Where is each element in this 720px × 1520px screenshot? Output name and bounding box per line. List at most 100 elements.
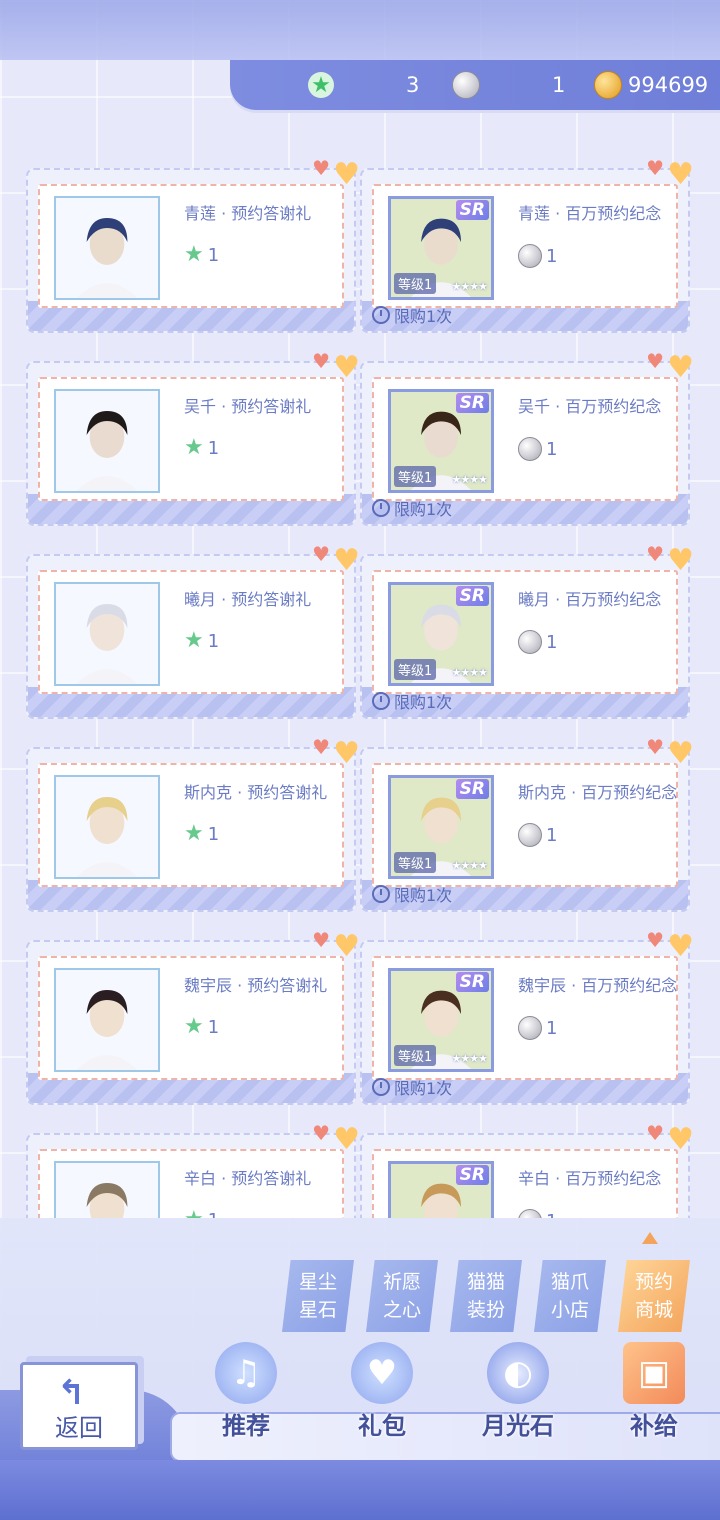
shop-item-card[interactable]: ♥ ♥ 青莲 · 预约答谢礼 ★ 1 [26, 160, 360, 333]
shop-item-card-sr[interactable]: ♥ ♥ SR 等级1 ★★★★ 曦月 · 百万预约纪念 1 限购1次 [360, 544, 694, 719]
card-level: 等级1 [394, 852, 437, 873]
silver-coin-icon [518, 1209, 542, 1218]
category-paw-shop[interactable]: 猫爪 小店 [534, 1260, 606, 1332]
moonstone-icon: ◐ [487, 1342, 549, 1404]
price-value: 1 [546, 245, 558, 267]
item-price: ★1 [184, 823, 219, 845]
card-content: SR 等级1 ★★★★ 魏宇辰 · 百万预约纪念 1 [372, 956, 678, 1080]
star-rating-icon: ★★★★ [451, 1052, 488, 1065]
silver-coin-icon [518, 244, 542, 268]
shop-item-card[interactable]: ♥ ♥ 曦月 · 预约答谢礼 ★ 1 [26, 544, 360, 719]
nav-gift-pack[interactable]: ♥ 礼包 [322, 1342, 442, 1441]
silver-coin-icon [452, 71, 480, 99]
purchase-limit: 限购1次 [372, 303, 452, 327]
character-portrait: SR 等级1 ★★★★ [388, 968, 494, 1072]
character-portrait [54, 582, 160, 686]
purchase-limit-text: 限购1次 [394, 693, 453, 712]
purchase-limit: 限购1次 [372, 882, 452, 906]
card-content: SR 等级1 ★★★★ 青莲 · 百万预约纪念 1 [372, 184, 678, 308]
swan-icon: ♫ [215, 1342, 277, 1404]
shop-item-card[interactable]: ♥ ♥ 斯内克 · 预约答谢礼 ★ 1 [26, 737, 360, 912]
nav-supply[interactable]: ▣ 补给 [594, 1342, 714, 1441]
character-portrait [54, 1161, 160, 1218]
character-portrait [54, 775, 160, 879]
category-line: 星尘 [298, 1271, 337, 1293]
category-line: 商城 [634, 1299, 673, 1321]
silver-coin-icon [518, 437, 542, 461]
shop-item-list[interactable]: ♥ ♥ 青莲 · 预约答谢礼 ★ 1 ♥ ♥ SR 等级1 ★★★★ 青莲 · 百万预约纪念 1 限购1… [0, 160, 720, 1218]
shop-item-card[interactable]: ♥♥辛白 · 预约答谢礼★1 [26, 1123, 360, 1219]
card-level: 等级1 [394, 466, 437, 487]
shop-item-card[interactable]: ♥ ♥ 魏宇辰 · 预约答谢礼 ★ 1 [26, 930, 360, 1105]
star-dust-icon: ★ [184, 1014, 204, 1039]
character-portrait: SR 等级1 ★★★★ [388, 196, 494, 300]
clock-icon [372, 306, 390, 324]
gold-counter: 994699 [594, 60, 708, 110]
character-portrait [54, 196, 160, 300]
item-name: 吴千 · 百万预约纪念 [518, 397, 662, 416]
item-price: 1 [518, 630, 557, 654]
active-category-indicator [642, 1232, 658, 1244]
character-portrait: SR 等级1 ★★★★ [388, 582, 494, 686]
purchase-limit-text: 限购1次 [394, 886, 453, 905]
category-wish-heart[interactable]: 祈愿 之心 [366, 1260, 438, 1332]
shop-item-card-sr[interactable]: ♥ ♥ SR 等级1 ★★★★ 斯内克 · 百万预约纪念 1 限购1次 [360, 737, 694, 912]
item-name: 曦月 · 百万预约纪念 [518, 590, 662, 609]
shop-item-card-sr[interactable]: ♥ ♥ SR 等级1 ★★★★ 魏宇辰 · 百万预约纪念 1 限购1次 [360, 930, 694, 1105]
shop-item-card[interactable]: ♥ ♥ 吴千 · 预约答谢礼 ★ 1 [26, 351, 360, 526]
nav-label: 补给 [630, 1412, 678, 1440]
category-line: 装扮 [466, 1299, 505, 1321]
card-level: 等级1 [394, 1045, 437, 1066]
star-rating-icon: ★★★★ [451, 859, 488, 872]
sr-rarity-badge: SR [455, 586, 489, 606]
character-portrait: SR 等级1 ★★★★ [388, 775, 494, 879]
item-name: 斯内克 · 百万预约纪念 [518, 783, 678, 802]
purchase-limit: 限购1次 [372, 689, 452, 713]
item-name: 青莲 · 预约答谢礼 [184, 204, 312, 223]
nav-moonstone[interactable]: ◐ 月光石 [458, 1342, 578, 1441]
star-dust-icon: ★ [308, 72, 334, 98]
item-price: 1 [518, 823, 557, 847]
purchase-limit-text: 限购1次 [394, 500, 453, 519]
shop-item-card-sr[interactable]: ♥♥SR辛白 · 百万预约纪念1 [360, 1123, 694, 1219]
back-arrow-icon: ↰ [57, 1373, 86, 1413]
nav-recommend[interactable]: ♫ 推荐 [186, 1342, 306, 1441]
shop-item-card-sr[interactable]: ♥ ♥ SR 等级1 ★★★★ 吴千 · 百万预约纪念 1 限购1次 [360, 351, 694, 526]
category-stardust-starstone[interactable]: 星尘 星石 [282, 1260, 354, 1332]
item-name: 曦月 · 预约答谢礼 [184, 590, 312, 609]
sr-rarity-badge: SR [455, 1165, 489, 1185]
price-value: 1 [546, 1211, 557, 1219]
category-line: 猫爪 [550, 1271, 589, 1293]
price-value: 1 [546, 438, 558, 460]
top-decoration [0, 0, 720, 60]
card-content: 斯内克 · 预约答谢礼 ★ 1 [38, 763, 344, 887]
sr-rarity-badge: SR [455, 393, 489, 413]
price-value: 1 [546, 1017, 558, 1039]
star-dust-value: 3 [406, 73, 420, 97]
price-value: 1 [207, 630, 220, 652]
shop-item-card-sr[interactable]: ♥ ♥ SR 等级1 ★★★★ 青莲 · 百万预约纪念 1 限购1次 [360, 160, 694, 333]
item-price: ★1 [184, 630, 219, 652]
card-content: 曦月 · 预约答谢礼 ★ 1 [38, 570, 344, 694]
purchase-limit: 限购1次 [372, 1075, 452, 1099]
clock-icon [372, 1078, 390, 1096]
silver-coin-icon [518, 823, 542, 847]
star-dust-counter: ★ 3 [308, 60, 419, 110]
category-line: 之心 [382, 1299, 421, 1321]
star-rating-icon: ★★★★ [451, 473, 488, 486]
back-button[interactable]: ↰ 返回 [20, 1362, 138, 1450]
card-level: 等级1 [394, 273, 437, 294]
price-value: 1 [207, 437, 220, 459]
card-content: 魏宇辰 · 预约答谢礼 ★ 1 [38, 956, 344, 1080]
character-portrait: SR 等级1 ★★★★ [388, 389, 494, 493]
clock-icon [372, 885, 390, 903]
sr-rarity-badge: SR [455, 779, 489, 799]
sr-rarity-badge: SR [455, 200, 489, 220]
category-cat-outfit[interactable]: 猫猫 装扮 [450, 1260, 522, 1332]
item-name: 辛白 · 百万预约纪念 [518, 1169, 662, 1188]
category-line: 预约 [634, 1271, 673, 1293]
category-reservation-mall[interactable]: 预约 商城 [618, 1260, 690, 1332]
category-line: 星石 [298, 1299, 337, 1321]
price-value: 1 [208, 1210, 219, 1219]
purchase-limit: 限购1次 [372, 496, 452, 520]
